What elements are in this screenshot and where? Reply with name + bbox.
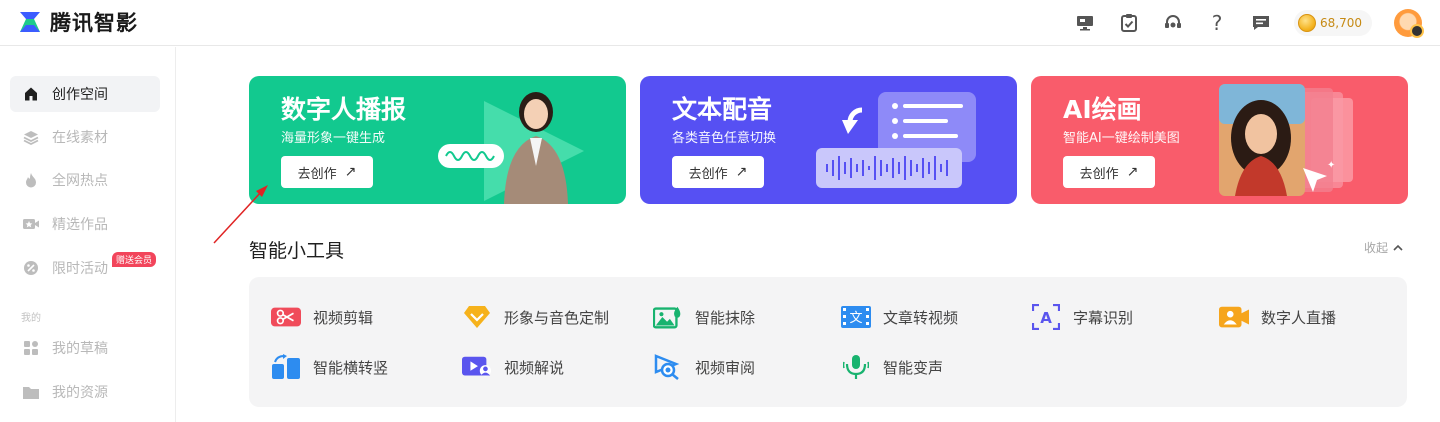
rotate-icon <box>271 354 301 380</box>
banner-subtitle: 智能AI一键绘制美图 <box>1063 131 1180 146</box>
arrow-up-right-icon: ↗ <box>735 164 748 180</box>
layers-icon <box>22 128 40 146</box>
sidebar-item-trending[interactable]: 全网热点 <box>10 162 160 198</box>
video-star-icon <box>22 215 40 233</box>
banner-title: 数字人播报 <box>281 95 407 124</box>
headset-icon[interactable] <box>1162 12 1184 34</box>
coin-balance[interactable]: 68,700 <box>1294 10 1372 36</box>
image-erase-icon <box>653 304 683 330</box>
desktop-icon[interactable] <box>1074 12 1096 34</box>
sidebar: 创作空间 在线素材 全网热点 精选作品 限时活动 赠送会员 我的 我的草稿 我的… <box>0 47 176 422</box>
tool-avatar-voice-custom[interactable]: 形象与音色定制 <box>462 303 609 331</box>
app-name: 腾讯智影 <box>50 11 138 35</box>
microphone-icon <box>841 354 871 380</box>
tool-label: 视频剪辑 <box>313 308 374 327</box>
tool-landscape-to-portrait[interactable]: 智能横转竖 <box>271 353 388 381</box>
logo-mark-icon <box>20 12 40 32</box>
clipboard-icon[interactable] <box>1118 12 1140 34</box>
sidebar-item-my-resources[interactable]: 我的资源 <box>10 374 160 410</box>
coin-icon <box>1298 14 1316 32</box>
create-button[interactable]: 去创作 ↗ <box>281 156 373 188</box>
sidebar-item-online-assets[interactable]: 在线素材 <box>10 119 160 155</box>
top-header: 腾讯智影 ? 68,700 <box>0 0 1440 46</box>
tool-label: 文章转视频 <box>883 308 959 327</box>
app-logo[interactable]: 腾讯智影 <box>18 7 138 37</box>
home-icon <box>22 85 40 103</box>
promo-badge: 赠送会员 <box>112 252 157 267</box>
scissors-icon <box>271 304 301 330</box>
sidebar-item-label: 限时活动 <box>52 261 108 277</box>
svg-text:✦: ✦ <box>1327 160 1335 171</box>
tool-label: 视频解说 <box>504 358 565 377</box>
sidebar-item-limited-event[interactable]: 限时活动 赠送会员 <box>10 250 160 286</box>
tool-smart-erase[interactable]: 智能抹除 <box>653 303 755 331</box>
create-button-label: 去创作 <box>1079 166 1119 182</box>
tool-label: 智能抹除 <box>695 308 756 327</box>
banner-digital-human[interactable]: 数字人播报 海量形象一键生成 去创作 ↗ <box>249 76 626 204</box>
tool-label: 智能横转竖 <box>313 358 389 377</box>
tool-label: 数字人直播 <box>1261 308 1337 327</box>
discount-icon <box>22 259 40 277</box>
sidebar-item-label: 全网热点 <box>52 173 108 189</box>
sidebar-item-label: 我的资源 <box>52 385 108 401</box>
banner-title: AI绘画 <box>1063 95 1142 124</box>
text-to-video-icon: 文 <box>841 304 871 330</box>
svg-text:A: A <box>1040 309 1052 327</box>
user-avatar[interactable] <box>1394 9 1424 38</box>
tool-video-narration[interactable]: 视频解说 <box>462 353 564 381</box>
tool-label: 视频审阅 <box>695 358 756 377</box>
tool-label: 智能变声 <box>883 358 944 377</box>
tool-article-to-video[interactable]: 文 文章转视频 <box>841 303 958 331</box>
chevron-up-icon <box>1393 244 1403 251</box>
flame-icon <box>22 171 40 189</box>
folder-icon <box>22 383 40 401</box>
presenter-illustration <box>438 92 584 204</box>
diamond-icon <box>462 304 492 330</box>
banner-ai-painting[interactable]: AI绘画 智能AI一键绘制美图 去创作 ↗ ✦ <box>1031 76 1408 204</box>
tool-video-review[interactable]: 视频审阅 <box>653 353 755 381</box>
sidebar-item-label: 精选作品 <box>52 217 108 233</box>
collapse-toggle[interactable]: 收起 <box>1364 239 1405 256</box>
tool-subtitle-recognition[interactable]: A 字幕识别 <box>1031 303 1133 331</box>
tools-panel: 视频剪辑 形象与音色定制 智能抹除 文 文章转视频 A 字幕识别 数字人直播 智… <box>249 277 1407 407</box>
tool-digital-human-live[interactable]: 数字人直播 <box>1219 303 1336 331</box>
tool-video-edit[interactable]: 视频剪辑 <box>271 303 373 331</box>
banner-subtitle: 海量形象一键生成 <box>281 131 386 146</box>
sidebar-item-creative-space[interactable]: 创作空间 <box>10 76 160 112</box>
coin-amount: 68,700 <box>1320 16 1362 30</box>
banner-title: 文本配音 <box>672 95 773 124</box>
arrow-up-right-icon: ↗ <box>1126 164 1139 180</box>
collapse-label: 收起 <box>1364 241 1389 255</box>
svg-text:文: 文 <box>849 311 862 326</box>
banner-subtitle: 各类音色任意切换 <box>672 131 777 146</box>
message-icon[interactable] <box>1250 12 1272 34</box>
tool-label: 字幕识别 <box>1073 308 1134 327</box>
sidebar-item-label: 我的草稿 <box>52 341 108 357</box>
create-button[interactable]: 去创作 ↗ <box>672 156 764 188</box>
arrow-up-right-icon: ↗ <box>344 164 357 180</box>
video-narration-icon <box>462 354 492 380</box>
tools-title: 智能小工具 <box>249 240 345 262</box>
tool-voice-changer[interactable]: 智能变声 <box>841 353 943 381</box>
banner-text-to-speech[interactable]: 文本配音 各类音色任意切换 去创作 ↗ <box>640 76 1017 204</box>
create-button-label: 去创作 <box>297 166 337 182</box>
create-button-label: 去创作 <box>688 166 728 182</box>
sidebar-item-my-drafts[interactable]: 我的草稿 <box>10 330 160 366</box>
ai-portrait-illustration: ✦ <box>1219 84 1353 196</box>
my-section-label: 我的 <box>21 313 41 324</box>
sidebar-item-label: 在线素材 <box>52 130 108 146</box>
help-icon[interactable]: ? <box>1206 11 1228 35</box>
review-icon <box>653 354 683 380</box>
sidebar-item-featured-works[interactable]: 精选作品 <box>10 206 160 242</box>
sidebar-item-label: 创作空间 <box>52 87 108 103</box>
voice-illustration <box>816 92 976 188</box>
create-button[interactable]: 去创作 ↗ <box>1063 156 1155 188</box>
grid-icon <box>22 339 40 357</box>
live-avatar-icon <box>1219 304 1249 330</box>
tool-label: 形象与音色定制 <box>504 308 610 327</box>
subtitle-icon: A <box>1031 304 1061 330</box>
